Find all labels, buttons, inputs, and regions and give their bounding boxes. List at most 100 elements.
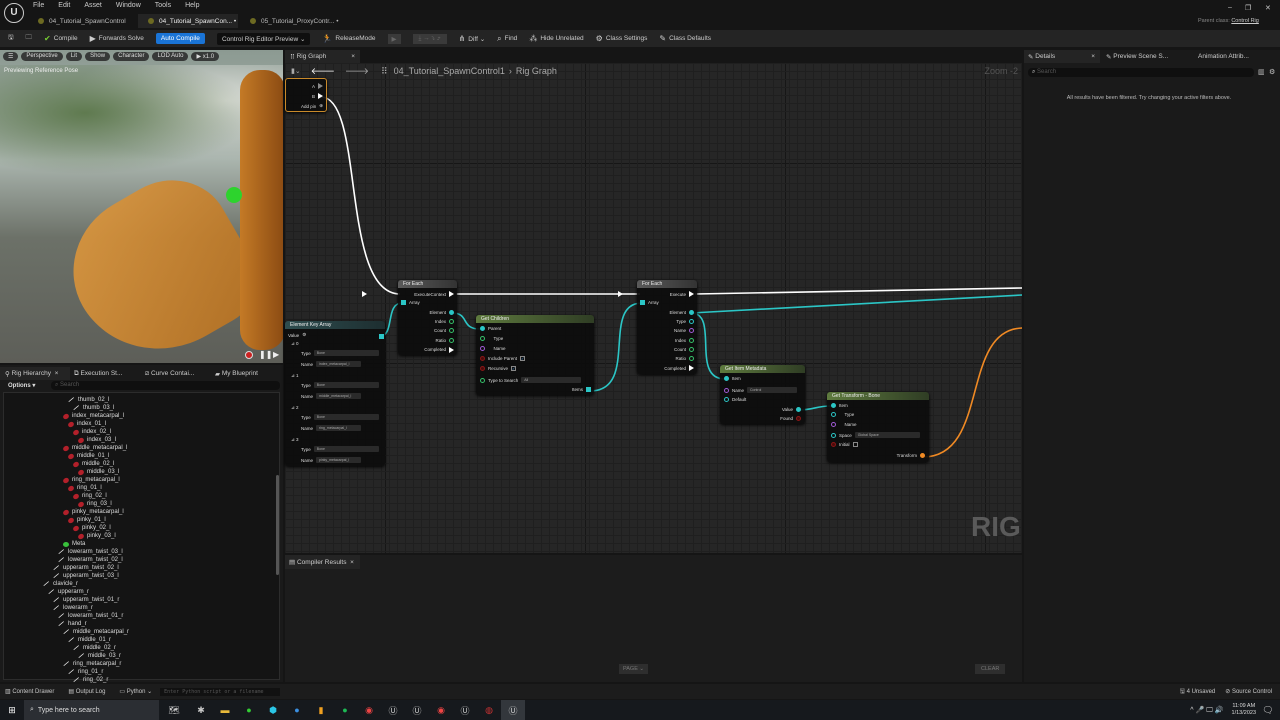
lod-button[interactable]: LOD Auto bbox=[152, 52, 189, 61]
type-pin[interactable]: Type bbox=[831, 412, 854, 417]
pin[interactable]: Ratio bbox=[675, 356, 694, 362]
chrome-icon[interactable]: ◉ bbox=[357, 700, 381, 720]
tab-details[interactable]: ✎ Details × bbox=[1024, 50, 1100, 63]
tree-item[interactable]: ring_01_r bbox=[68, 668, 103, 676]
add-pin-button[interactable]: Add pin ⊕ bbox=[301, 103, 323, 109]
menu-edit[interactable]: Edit bbox=[58, 2, 70, 9]
tree-item[interactable]: pinky_03_l bbox=[77, 532, 116, 540]
sequence-node[interactable]: A B Add pin ⊕ bbox=[285, 78, 327, 112]
whatsapp-icon[interactable]: ● bbox=[237, 700, 261, 720]
source-control-button[interactable]: ⊘ Source Control bbox=[1225, 688, 1272, 695]
tree-item[interactable]: Meta bbox=[63, 540, 85, 548]
transform-pin[interactable]: Transform bbox=[897, 453, 925, 458]
file-explorer-icon[interactable]: ▬ bbox=[213, 700, 237, 720]
ue-logo[interactable]: U bbox=[4, 3, 24, 23]
get-transform-bone-node[interactable]: Get Transform - Bone Item Type Name Spac… bbox=[827, 392, 929, 462]
tree-scrollbar[interactable] bbox=[276, 475, 279, 575]
name-dropdown[interactable]: ring_metacarpal_l bbox=[316, 425, 362, 431]
initial-checkbox[interactable] bbox=[852, 442, 858, 447]
array-out-pin[interactable] bbox=[379, 334, 384, 339]
close-icon[interactable]: × bbox=[55, 370, 59, 377]
doc-tab-3[interactable]: 05_Tutorial_ProxyContr... • bbox=[240, 14, 350, 28]
clear-button[interactable]: CLEAR bbox=[975, 664, 1006, 674]
release-mode-button[interactable]: 🏃 ReleaseMode bbox=[322, 34, 375, 43]
name-dropdown[interactable]: index_metacarpal_l bbox=[316, 361, 362, 367]
pin[interactable]: Array bbox=[640, 300, 659, 306]
unsaved-indicator[interactable]: 🖫 4 Unsaved bbox=[1180, 687, 1215, 697]
forward-arrow-icon[interactable]: 🡒 bbox=[345, 66, 369, 77]
bookmark-icon[interactable]: ▮⌄ bbox=[291, 67, 301, 75]
play-button[interactable]: ▶ bbox=[273, 350, 279, 359]
name-dropdown[interactable]: Control bbox=[747, 387, 798, 393]
details-search-input[interactable]: ⌕ Search bbox=[1028, 68, 1254, 77]
doc-tab-1[interactable]: 04_Tutorial_SpawnControl bbox=[28, 14, 136, 28]
tree-item[interactable]: middle_01_l bbox=[67, 452, 109, 460]
app-icon[interactable]: ⬢ bbox=[261, 700, 285, 720]
name-pin[interactable]: Name Control bbox=[724, 387, 798, 393]
for-each-node-2[interactable]: For Each Execute Array Element Type Name Inde… bbox=[617, 280, 697, 374]
lit-button[interactable]: Lit bbox=[65, 52, 83, 61]
default-pin[interactable]: Default bbox=[724, 397, 746, 402]
tree-item[interactable]: clavicle_r bbox=[43, 580, 78, 588]
tree-item[interactable]: ring_02_l bbox=[72, 492, 107, 500]
tree-item[interactable]: index_metacarpal_l bbox=[62, 412, 124, 420]
tree-item[interactable]: middle_metacarpal_l bbox=[62, 444, 127, 452]
tree-item[interactable]: ring_01_l bbox=[67, 484, 102, 492]
parent-class-link[interactable]: Control Rig bbox=[1231, 18, 1259, 24]
pin[interactable]: Array bbox=[401, 300, 420, 306]
diff-button[interactable]: ⋔ Diff ⌄ bbox=[459, 34, 486, 43]
name-pin[interactable]: Name bbox=[480, 346, 506, 351]
tab-rig-graph[interactable]: ⠿ Rig Graph × bbox=[285, 50, 360, 63]
chrome-icon[interactable]: ◉ bbox=[429, 700, 453, 720]
tab-rig-hierarchy[interactable]: ⚲ Rig Hierarchy × bbox=[0, 367, 70, 380]
type-to-search-dropdown[interactable]: All bbox=[521, 377, 582, 383]
sublime-icon[interactable]: ▮ bbox=[309, 700, 333, 720]
item-pin[interactable]: Item bbox=[831, 403, 848, 408]
menu-asset[interactable]: Asset bbox=[84, 2, 102, 9]
tree-item[interactable]: middle_03_r bbox=[78, 652, 121, 660]
tree-item[interactable]: ring_metacarpal_r bbox=[63, 660, 121, 668]
tree-item[interactable]: middle_02_r bbox=[73, 644, 116, 652]
pin[interactable]: Element bbox=[669, 309, 694, 315]
perspective-button[interactable]: Perspective bbox=[21, 52, 63, 61]
viewport-menu-button[interactable]: ☰ bbox=[3, 52, 19, 61]
preview-dropdown[interactable]: Control Rig Editor Preview ⌄ bbox=[216, 32, 311, 45]
unreal-icon[interactable]: Ⓤ bbox=[453, 700, 477, 720]
type-dropdown[interactable]: Bone bbox=[313, 350, 379, 356]
hide-unrelated-button[interactable]: ⁂ Hide Unrelated bbox=[529, 34, 583, 43]
save-icon[interactable]: 🖫 bbox=[8, 33, 14, 44]
show-button[interactable]: Show bbox=[85, 52, 111, 61]
record-button[interactable] bbox=[245, 351, 253, 359]
type-pin[interactable]: Type bbox=[480, 336, 503, 341]
pin[interactable]: Completed bbox=[424, 346, 454, 353]
pin[interactable]: Count bbox=[434, 328, 454, 334]
tree-item[interactable]: index_02_l bbox=[72, 428, 111, 436]
tab-preview-scene[interactable]: ✎ Preview Scene S... bbox=[1106, 50, 1168, 63]
pin[interactable]: Count bbox=[674, 346, 694, 352]
type-to-search-pin[interactable]: Type to Search All bbox=[480, 377, 582, 383]
pin-a[interactable]: A bbox=[312, 83, 323, 89]
output-log-button[interactable]: ▤ Output Log bbox=[68, 688, 105, 695]
tree-item[interactable]: upperarm_twist_01_r bbox=[53, 596, 119, 604]
unreal-icon[interactable]: Ⓤ bbox=[405, 700, 429, 720]
tab-compiler-results[interactable]: ▤ Compiler Results × bbox=[285, 555, 360, 569]
hierarchy-search-input[interactable]: ⌕ Search bbox=[51, 381, 280, 390]
back-arrow-icon[interactable]: 🡐 bbox=[311, 66, 335, 77]
tree-item[interactable]: lowerarm_twist_02_l bbox=[58, 556, 123, 564]
exec-in-pin[interactable] bbox=[362, 291, 368, 297]
doc-tab-2[interactable]: 04_Tutorial_SpawnCon... • bbox=[138, 14, 238, 28]
restore-button[interactable]: ❐ bbox=[1245, 4, 1251, 12]
unreal-icon[interactable]: Ⓤ bbox=[381, 700, 405, 720]
breadcrumb-asset[interactable]: 04_Tutorial_SpawnControl1 bbox=[394, 66, 505, 76]
slack-icon[interactable]: ✱ bbox=[189, 700, 213, 720]
initial-pin[interactable]: Initial bbox=[831, 442, 858, 447]
type-dropdown[interactable]: Bone bbox=[313, 446, 379, 452]
value-pin[interactable]: Value bbox=[782, 407, 801, 412]
pin[interactable]: Element bbox=[429, 309, 454, 315]
tree-item[interactable]: lowerarm_r bbox=[53, 604, 93, 612]
close-icon[interactable]: × bbox=[1091, 53, 1095, 60]
tree-item[interactable]: upperarm_r bbox=[48, 588, 89, 596]
recursive-pin[interactable]: Recursive ✓ bbox=[480, 366, 517, 371]
compile-button[interactable]: ✔ Compile bbox=[44, 34, 78, 43]
class-defaults-button[interactable]: ✎ Class Defaults bbox=[659, 34, 711, 43]
